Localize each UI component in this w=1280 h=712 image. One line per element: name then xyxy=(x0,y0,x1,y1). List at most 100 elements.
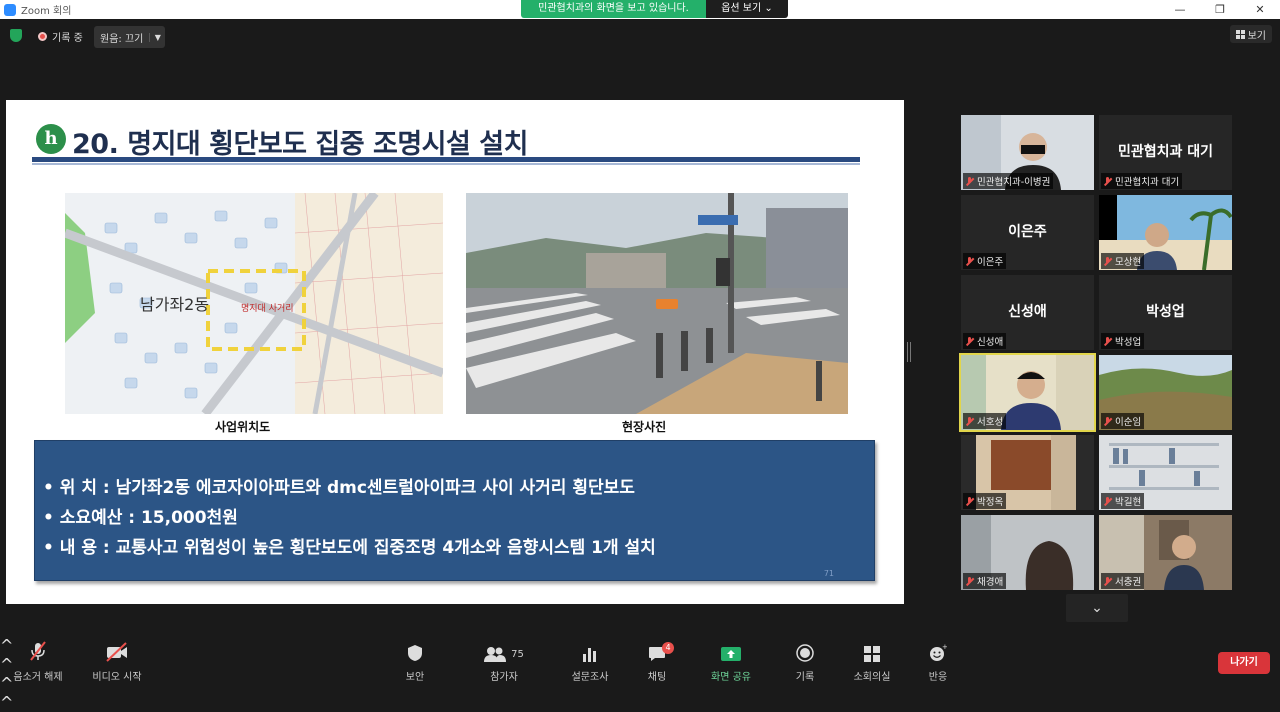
participant-name: 이은주 xyxy=(977,257,1004,268)
participant-name: 박정옥 xyxy=(977,497,1004,508)
close-button[interactable]: ✕ xyxy=(1240,0,1280,19)
participant-tile[interactable]: 민관협치과-이병권 xyxy=(961,115,1094,190)
participant-tile[interactable]: 이순임 xyxy=(1099,355,1232,430)
view-options-button[interactable]: 옵션 보기 ⌄ xyxy=(706,0,788,18)
share-screen-label: 화면 공유 xyxy=(711,672,751,683)
participant-display-name: 이은주 xyxy=(1008,224,1047,240)
caret-down-icon[interactable]: ▼ xyxy=(149,32,165,42)
participant-name-tag: 이은주 xyxy=(963,253,1007,269)
leave-meeting-button[interactable]: 나가기 xyxy=(1218,652,1270,674)
record-label: 기록 xyxy=(795,672,815,683)
site-photo xyxy=(466,193,848,414)
muted-mic-icon xyxy=(1103,576,1112,586)
title-underline xyxy=(32,157,860,162)
grid-icon xyxy=(1235,29,1245,39)
reactions-button[interactable]: + 반응 xyxy=(926,636,950,685)
participant-name: 신성애 xyxy=(977,337,1004,348)
participant-name: 민관협치과 대기 xyxy=(1115,177,1180,188)
muted-mic-icon xyxy=(1103,496,1112,506)
participant-name-tag: 박성업 xyxy=(1101,333,1145,349)
muted-mic-icon xyxy=(965,496,974,506)
muted-mic-icon xyxy=(1103,416,1112,426)
muted-mic-icon xyxy=(1103,336,1112,346)
participant-name: 박길현 xyxy=(1115,497,1142,508)
participants-options-chevron-icon[interactable]: ^ xyxy=(0,674,1280,693)
recording-indicator[interactable]: 기록 중 xyxy=(38,29,83,44)
participant-name-tag: 서호성 xyxy=(963,413,1007,429)
more-participants-button[interactable]: ⌄ xyxy=(1066,594,1128,622)
participant-tile[interactable]: 민관협치과 대기 민관협치과 대기 xyxy=(1099,115,1232,190)
breakout-rooms-button[interactable]: 소회의실 xyxy=(850,636,894,685)
participants-button[interactable]: 75 참가자 xyxy=(484,636,524,685)
security-shield-icon xyxy=(408,645,422,661)
polls-button[interactable]: 설문조사 xyxy=(568,636,612,685)
breakout-rooms-label: 소회의실 xyxy=(853,672,891,683)
slide-page-number: 71 xyxy=(823,569,834,578)
participant-tile[interactable]: 신성애 신성애 xyxy=(961,275,1094,350)
map-site-label: 명지대 사거리 xyxy=(241,303,294,314)
window-title: Zoom 회의 xyxy=(21,6,72,17)
info-line-content: • 내 용 : 교통사고 위험성이 높은 횡단보도에 집중조명 4개소와 음향시… xyxy=(43,538,656,558)
muted-mic-icon xyxy=(965,576,974,586)
security-button[interactable]: 보안 xyxy=(400,636,430,685)
participant-name: 채경애 xyxy=(977,577,1004,588)
reactions-label: 반응 xyxy=(928,672,948,683)
participants-label: 참가자 xyxy=(490,672,518,683)
split-resize-handle[interactable] xyxy=(907,342,911,362)
record-icon xyxy=(796,644,814,662)
district-logo-icon: h xyxy=(36,124,66,154)
unmute-button[interactable]: 음소거 해제 xyxy=(12,636,64,685)
project-info-box: • 위 치 : 남가좌2동 에코자이아파트와 dmc센트럴아이파크 사이 사거리… xyxy=(34,440,875,581)
participant-display-name: 민관협치과 대기 xyxy=(1117,144,1214,160)
participant-tile[interactable]: 박길현 xyxy=(1099,435,1232,510)
muted-mic-icon xyxy=(1103,256,1112,266)
muted-mic-icon xyxy=(965,256,974,266)
participant-name: 박성업 xyxy=(1115,337,1142,348)
share-screen-button[interactable]: 화면 공유 xyxy=(708,636,754,685)
participant-tile[interactable]: 박성업 박성업 xyxy=(1099,275,1232,350)
recording-label: 기록 중 xyxy=(52,33,83,44)
view-button[interactable]: 보기 xyxy=(1229,25,1272,43)
recording-dot-icon xyxy=(38,32,47,41)
record-button[interactable]: 기록 xyxy=(794,636,816,685)
participant-name: 서호성 xyxy=(977,417,1004,428)
photo-caption: 현장사진 xyxy=(622,420,667,434)
chat-unread-badge: 4 xyxy=(662,642,674,654)
participant-tile[interactable]: 서호성 xyxy=(959,353,1096,432)
participant-name: 서충권 xyxy=(1115,577,1142,588)
muted-mic-icon xyxy=(965,176,974,186)
video-options-chevron-icon[interactable]: ^ xyxy=(0,655,1280,674)
encryption-shield-icon[interactable] xyxy=(10,29,22,42)
maximize-button[interactable]: ❐ xyxy=(1200,0,1240,19)
muted-mic-icon xyxy=(965,416,974,426)
info-line-location: • 위 치 : 남가좌2동 에코자이아파트와 dmc센트럴아이파크 사이 사거리… xyxy=(43,478,635,498)
share-options-chevron-icon[interactable]: ^ xyxy=(0,693,1280,712)
meeting-toolbar: 음소거 해제 ^ 비디오 시작 ^ 보안 75 참가자 ^ 설문조사 4 채팅 … xyxy=(0,636,1280,712)
slide-title: 20. 명지대 횡단보도 집중 조명시설 설치 xyxy=(72,129,528,160)
participant-name-tag: 박길현 xyxy=(1101,493,1145,509)
muted-mic-icon xyxy=(965,336,974,346)
original-sound-dropdown[interactable]: 원음: 끄기 ▼ xyxy=(94,26,166,48)
participant-name-tag: 민관협치과 대기 xyxy=(1101,173,1183,189)
share-screen-icon xyxy=(721,647,741,661)
audio-options-chevron-icon[interactable]: ^ xyxy=(0,636,1280,655)
shared-screen-slide: h 20. 명지대 횡단보도 집중 조명시설 설치 남가좌2동 명지대 사거리 … xyxy=(6,100,904,604)
chat-label: 채팅 xyxy=(647,672,667,683)
participant-tile[interactable]: 모상현 xyxy=(1099,195,1232,270)
participant-tile[interactable]: 박정옥 xyxy=(961,435,1094,510)
map-graphic: 남가좌2동 명지대 사거리 xyxy=(65,193,443,414)
window-controls: — ❐ ✕ xyxy=(1160,0,1280,19)
start-video-button[interactable]: 비디오 시작 xyxy=(90,636,144,685)
participant-tile[interactable]: 채경애 xyxy=(961,515,1094,590)
minimize-button[interactable]: — xyxy=(1160,0,1200,19)
participant-tile[interactable]: 이은주 이은주 xyxy=(961,195,1094,270)
participant-name-tag: 이순임 xyxy=(1101,413,1145,429)
chat-button[interactable]: 4 채팅 xyxy=(644,636,674,685)
reactions-smile-icon: + xyxy=(930,644,947,661)
participant-name: 민관협치과-이병권 xyxy=(977,177,1051,188)
security-label: 보안 xyxy=(405,672,425,683)
muted-mic-icon xyxy=(30,641,46,661)
info-line-budget: • 소요예산 : 15,000천원 xyxy=(43,508,238,528)
participant-tile[interactable]: 서충권 xyxy=(1099,515,1232,590)
polls-chart-icon xyxy=(583,648,596,662)
